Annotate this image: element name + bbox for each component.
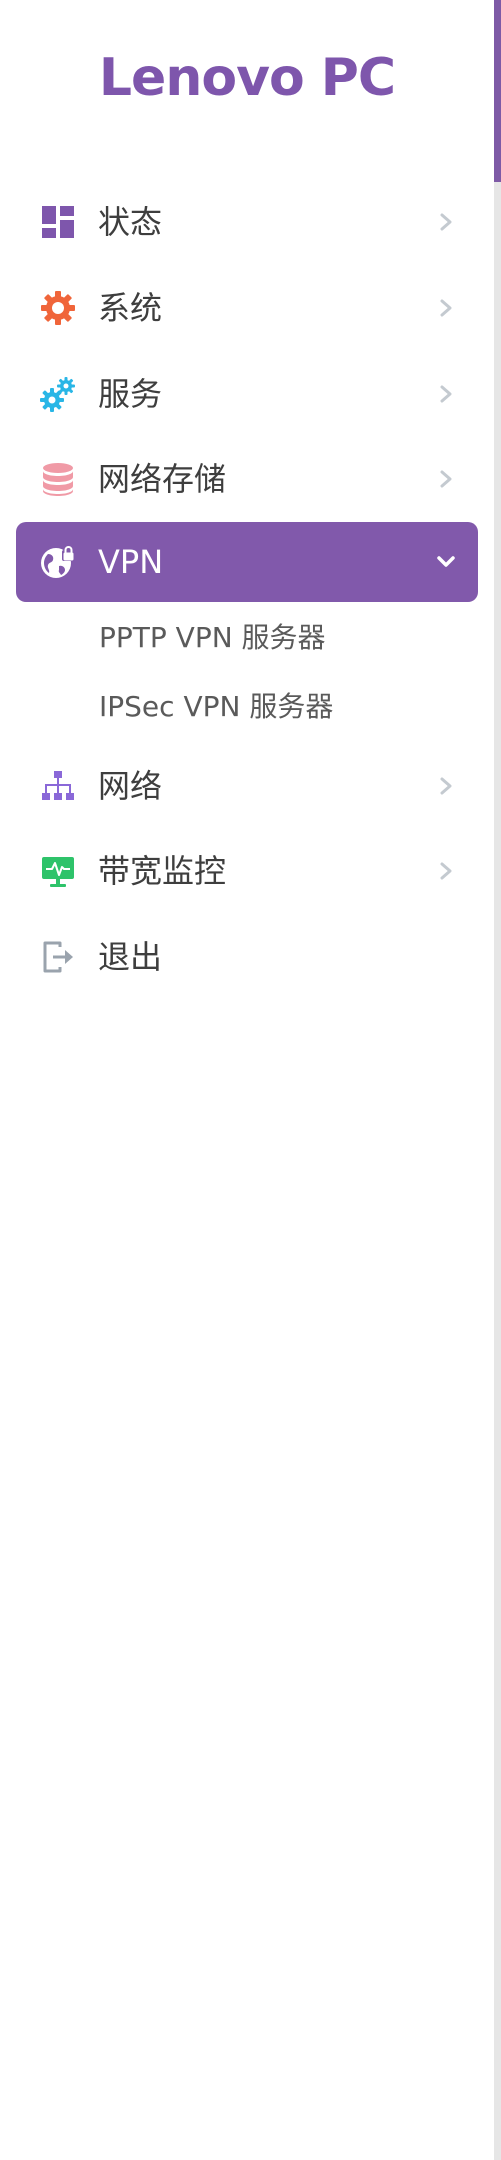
chevron-down-icon xyxy=(437,556,455,567)
chevron-right-icon xyxy=(440,299,452,317)
globe-lock-icon xyxy=(41,546,75,578)
sidebar-item-vpn[interactable]: VPN xyxy=(16,522,478,602)
gears-icon xyxy=(40,377,75,412)
sign-out-icon xyxy=(43,941,73,973)
sitemap-icon xyxy=(42,771,74,800)
sidebar-item-label: 带宽监控 xyxy=(98,852,227,890)
sidebar-item-label: 网络存储 xyxy=(98,460,227,498)
gear-icon xyxy=(41,291,75,325)
scrollbar-track[interactable] xyxy=(494,0,501,2160)
chevron-right-icon xyxy=(440,777,452,795)
submenu-item-ipsec-vpn-server[interactable]: IPSec VPN 服务器 xyxy=(99,687,333,727)
sidebar-item-logout[interactable]: 退出 xyxy=(16,917,478,997)
sidebar-item-network-storage[interactable]: 网络存储 xyxy=(16,439,478,519)
sidebar: Lenovo PC 状态 系统 服务 网络存储 VPN PPTP VPN 服务器… xyxy=(0,0,494,2160)
submenu-item-pptp-vpn-server[interactable]: PPTP VPN 服务器 xyxy=(99,618,326,658)
chevron-right-icon xyxy=(440,385,452,403)
chevron-right-icon xyxy=(440,862,452,880)
sidebar-item-system[interactable]: 系统 xyxy=(16,268,478,348)
monitor-pulse-icon xyxy=(42,857,74,887)
sidebar-item-label: 服务 xyxy=(98,375,163,413)
sidebar-item-label: 状态 xyxy=(98,203,163,241)
sidebar-item-label: 网络 xyxy=(98,767,163,805)
sidebar-item-label: 退出 xyxy=(98,938,163,976)
sidebar-item-services[interactable]: 服务 xyxy=(16,354,478,434)
sidebar-item-label: 系统 xyxy=(98,289,163,327)
sidebar-item-bandwidth-monitor[interactable]: 带宽监控 xyxy=(16,831,478,911)
scrollbar-thumb[interactable] xyxy=(494,0,501,182)
dashboard-icon xyxy=(42,206,74,238)
sidebar-item-status[interactable]: 状态 xyxy=(16,182,478,262)
brand-logo: Lenovo PC xyxy=(98,48,396,108)
sidebar-item-label: VPN xyxy=(98,543,164,581)
chevron-right-icon xyxy=(440,470,452,488)
database-icon xyxy=(43,463,73,496)
sidebar-item-network[interactable]: 网络 xyxy=(16,746,478,826)
chevron-right-icon xyxy=(440,213,452,231)
